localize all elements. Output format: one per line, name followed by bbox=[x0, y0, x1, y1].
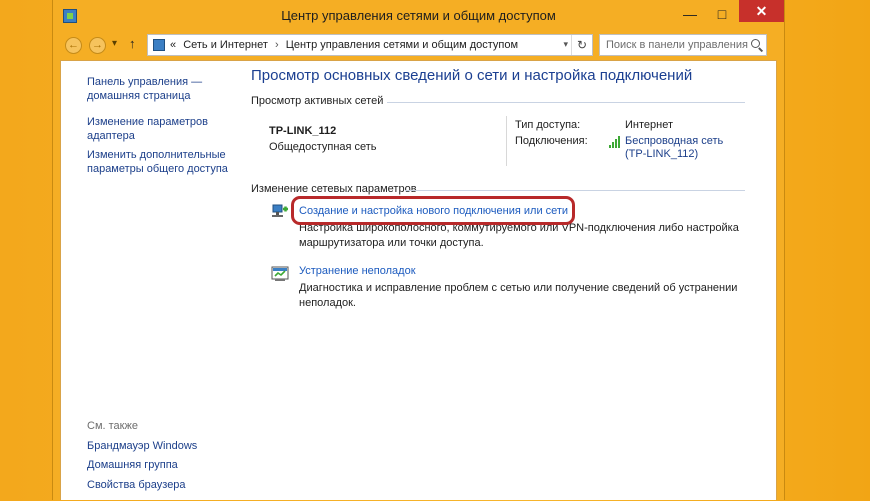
network-info-divider bbox=[506, 116, 507, 166]
address-dropdown-icon[interactable]: ▾ bbox=[563, 39, 568, 50]
forward-button[interactable]: → bbox=[89, 37, 106, 54]
control-panel-window: Центр управления сетями и общим доступом… bbox=[52, 0, 785, 500]
sidebar-link-change-adapter-settings[interactable]: Изменение параметров адаптера bbox=[87, 115, 208, 143]
breadcrumb-overflow[interactable]: « bbox=[170, 39, 176, 51]
sidebar-link-control-panel-home[interactable]: Панель управления — домашняя страница bbox=[87, 75, 202, 103]
main-panel: Просмотр основных сведений о сети и наст… bbox=[243, 61, 778, 501]
address-bar[interactable]: « Сеть и Интернет › Центр управления сет… bbox=[147, 34, 593, 56]
title-bar[interactable]: Центр управления сетями и общим доступом… bbox=[53, 0, 784, 32]
search-placeholder: Поиск в панели управления bbox=[606, 39, 748, 51]
recent-locations-dropdown[interactable]: ▾ bbox=[112, 38, 117, 49]
refresh-button[interactable]: ↻ bbox=[571, 35, 592, 55]
troubleshoot-description: Диагностика и исправление проблем с сеть… bbox=[299, 282, 738, 309]
navigation-bar: ← → ▾ ↑ « Сеть и Интернет › Центр управл… bbox=[61, 34, 776, 58]
new-connection-icon[interactable] bbox=[271, 202, 289, 220]
maximize-button[interactable]: □ bbox=[706, 4, 738, 26]
new-connection-description: Настройка широкополосного, коммутируемог… bbox=[299, 222, 739, 249]
see-also-heading: См. также bbox=[87, 420, 138, 432]
troubleshoot-link[interactable]: Устранение неполадок bbox=[299, 265, 416, 277]
access-type-value: Интернет bbox=[625, 119, 673, 131]
close-button[interactable]: ✕ bbox=[739, 0, 784, 22]
access-type-label: Тип доступа: bbox=[515, 119, 581, 131]
search-input[interactable]: Поиск в панели управления bbox=[599, 34, 767, 56]
sidebar: Панель управления — домашняя страница Из… bbox=[61, 61, 233, 501]
connections-label: Подключения: bbox=[515, 135, 588, 147]
content-area: Панель управления — домашняя страница Из… bbox=[60, 60, 777, 500]
breadcrumb-separator[interactable]: › bbox=[271, 39, 283, 51]
active-networks-divider bbox=[387, 102, 745, 103]
troubleshoot-icon[interactable] bbox=[271, 265, 289, 283]
highlight-annotation bbox=[291, 196, 575, 225]
wireless-connection-link[interactable]: Беспроводная сеть (TP-LINK_112) bbox=[625, 135, 723, 161]
network-name: TP-LINK_112 bbox=[269, 125, 337, 137]
search-icon[interactable] bbox=[751, 39, 760, 48]
minimize-button[interactable]: — bbox=[674, 4, 706, 26]
see-also-windows-firewall[interactable]: Брандмауэр Windows bbox=[87, 439, 197, 453]
wifi-signal-icon bbox=[609, 136, 621, 148]
sidebar-link-advanced-sharing-settings[interactable]: Изменить дополнительные параметры общего… bbox=[87, 148, 228, 176]
breadcrumb: « Сеть и Интернет › Центр управления сет… bbox=[170, 39, 518, 51]
breadcrumb-network-internet[interactable]: Сеть и Интернет bbox=[179, 39, 268, 51]
see-also-internet-options[interactable]: Свойства браузера bbox=[87, 478, 186, 492]
active-networks-header: Просмотр активных сетей bbox=[251, 95, 384, 107]
network-type-link[interactable]: Общедоступная сеть bbox=[269, 141, 377, 153]
breadcrumb-network-center[interactable]: Центр управления сетями и общим доступом bbox=[286, 39, 518, 51]
change-settings-header: Изменение сетевых параметров bbox=[251, 183, 417, 195]
page-title: Просмотр основных сведений о сети и наст… bbox=[251, 67, 693, 84]
see-also-homegroup[interactable]: Домашняя группа bbox=[87, 458, 178, 472]
network-location-icon bbox=[153, 39, 165, 51]
back-button[interactable]: ← bbox=[65, 37, 82, 54]
up-button[interactable]: ↑ bbox=[129, 36, 136, 51]
change-settings-divider bbox=[405, 190, 745, 191]
